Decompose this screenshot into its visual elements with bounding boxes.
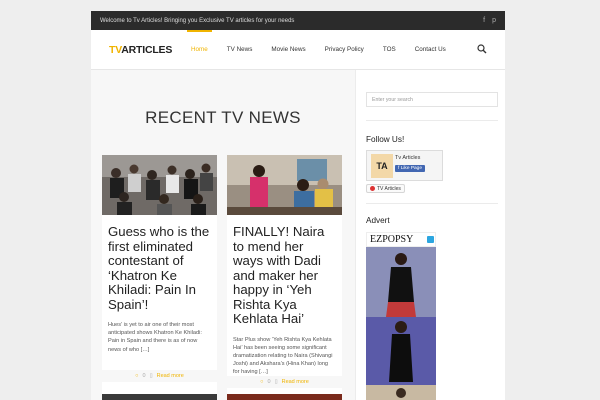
post-title[interactable]: FINALLY! Naira to mend her ways with Dad… — [227, 215, 342, 327]
post-meta: ○ 0 ▯ Read more — [102, 370, 217, 382]
nav-home[interactable]: Home — [187, 30, 212, 70]
facebook-icon: f — [398, 166, 400, 171]
page: Welcome to Tv Articles! Bringing you Exc… — [0, 0, 600, 400]
top-bar: Welcome to Tv Articles! Bringing you Exc… — [91, 11, 505, 30]
social-links: f p — [483, 17, 496, 24]
site-wrapper: Welcome to Tv Articles! Bringing you Exc… — [91, 11, 505, 400]
divider — [366, 203, 498, 204]
pinterest-icon — [370, 186, 375, 191]
ad-info-icon[interactable] — [427, 236, 434, 243]
section-title: RECENT TV NEWS — [145, 108, 301, 127]
pinterest-icon[interactable]: p — [492, 17, 496, 24]
site-logo[interactable]: TVARTICLES — [109, 44, 172, 56]
document-icon: ▯ — [274, 379, 278, 385]
nav-contact-us[interactable]: Contact Us — [415, 30, 446, 70]
facebook-page-widget[interactable]: TA Tv Articles f Like Page — [366, 150, 443, 181]
search-icon[interactable] — [477, 44, 487, 54]
post-title[interactable]: Guess who is the first eliminated contes… — [102, 215, 217, 312]
post-excerpt: Star Plus show ‘Yeh Rishta Kya Kehlata H… — [233, 336, 333, 376]
comment-icon: ○ — [135, 373, 139, 379]
nav-tv-news[interactable]: TV News — [227, 30, 253, 70]
comment-icon: ○ — [260, 379, 264, 385]
post-thumbnail[interactable] — [227, 155, 342, 215]
nav-movie-news[interactable]: Movie News — [271, 30, 305, 70]
follow-title: Follow Us! — [366, 135, 405, 144]
ad-header: EZPOPSY — [366, 232, 436, 247]
document-icon: ▯ — [149, 373, 153, 379]
welcome-text: Welcome to Tv Articles! Bringing you Exc… — [100, 17, 295, 24]
read-more-link[interactable]: Read more — [157, 373, 184, 379]
advert-banner[interactable]: EZPOPSY — [366, 232, 436, 400]
post-card: Guess who is the first eliminated contes… — [102, 155, 217, 400]
post-card: FINALLY! Naira to mend her ways with Dad… — [227, 155, 342, 400]
nav-privacy-policy[interactable]: Privacy Policy — [325, 30, 364, 70]
post-meta: ○ 0 ▯ Read more — [227, 376, 342, 388]
nav-tos[interactable]: TOS — [383, 30, 396, 70]
facebook-icon[interactable]: f — [483, 17, 485, 24]
advert-title: Advert — [366, 216, 390, 225]
main-content: RECENT TV NEWS Guess who is the first el… — [91, 70, 355, 400]
fb-page-name[interactable]: Tv Articles — [395, 155, 420, 161]
read-more-link[interactable]: Read more — [282, 379, 309, 385]
post-excerpt: Hues’ is yet to air one of their most an… — [108, 322, 202, 353]
fb-like-button[interactable]: f Like Page — [395, 165, 426, 172]
post-thumbnail[interactable] — [102, 155, 217, 215]
page-margin-left — [0, 0, 91, 400]
main-nav: Home TV News Movie News Privacy Policy T… — [187, 30, 465, 70]
pinterest-badge[interactable]: TV Articles — [366, 184, 405, 193]
comment-count[interactable]: 0 — [268, 379, 271, 385]
ad-brand: EZPOPSY — [370, 234, 414, 245]
divider — [366, 120, 498, 121]
site-header: TVARTICLES Home TV News Movie News Priva… — [91, 30, 505, 70]
sidebar: Enter your search Follow Us! TA Tv Artic… — [355, 70, 505, 400]
next-post-thumbnail[interactable] — [102, 394, 217, 400]
ad-image — [366, 247, 436, 400]
page-margin-right — [505, 0, 600, 400]
sidebar-search-input[interactable]: Enter your search — [366, 92, 498, 107]
fb-page-logo: TA — [371, 154, 393, 178]
next-post-thumbnail[interactable] — [227, 394, 342, 400]
comment-count[interactable]: 0 — [143, 373, 146, 379]
